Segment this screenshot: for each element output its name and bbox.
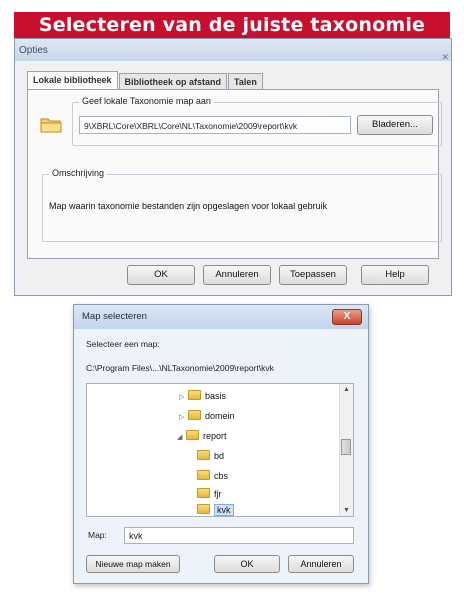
collapse-arrow-icon[interactable]: ◢ [177,430,186,446]
folder-groupbox: Geef lokale Taxonomie map aan 9\XBRL\Cor… [72,96,442,146]
expand-arrow-icon[interactable]: ▷ [179,390,188,406]
tree-item-label: report [203,431,227,441]
tree-item-label: basis [205,391,227,401]
options-titlebar: Opties ✕ [15,39,451,62]
cancel-button[interactable]: Annuleren [288,555,354,573]
tree-item-cbs[interactable]: cbs [197,468,228,484]
folder-icon [197,488,210,498]
scroll-up-icon[interactable]: ▲ [340,386,353,393]
options-body: Lokale bibliotheek Bibliotheek op afstan… [19,63,447,291]
tree-item-report[interactable]: ◢ report [177,428,227,444]
tree-item-basis[interactable]: ▷ basis [179,388,226,404]
scroll-down-icon[interactable]: ▼ [340,507,353,514]
tab-panel-local-library: Geef lokale Taxonomie map aan 9\XBRL\Cor… [27,89,442,259]
new-folder-button[interactable]: Nieuwe map maken [86,555,180,573]
help-button[interactable]: Help [361,265,429,285]
apply-button[interactable]: Toepassen [279,265,347,285]
expand-arrow-icon[interactable]: ▷ [179,410,188,426]
description-groupbox: Omschrijving Map waarin taxonomie bestan… [42,168,442,242]
tree-scrollbar[interactable]: ▲ ▼ [339,384,353,516]
select-folder-title: Map selecteren [82,311,147,322]
current-path-label: C:\Program Files\...\NLTaxonomie\2009\re… [86,363,274,373]
folder-icon [188,390,201,400]
tree-item-label: kvk [214,504,234,516]
tab-remote-library[interactable]: Bibliotheek op afstand [118,73,228,90]
description-group-label: Omschrijving [49,168,108,178]
select-folder-prompt: Selecteer een map: [86,339,160,349]
folder-icon [40,118,62,133]
select-folder-dialog: Map selecteren X Selecteer een map: C:\P… [73,304,369,584]
tree-item-domein[interactable]: ▷ domein [179,408,235,424]
tree-item-bd[interactable]: bd [197,448,224,464]
options-dialog: Opties ✕ Lokale bibliotheek Bibliotheek … [14,38,452,296]
tree-item-fjr[interactable]: fjr [197,486,222,502]
tree-item-label: domein [205,411,235,421]
ok-button[interactable]: OK [127,265,195,285]
tab-local-library[interactable]: Lokale bibliotheek [27,71,118,90]
map-name-input[interactable]: kvk [124,527,354,544]
close-icon: X [343,311,351,322]
taxonomy-path-field[interactable]: 9\XBRL\Core\XBRL\Core\NL\Taxonomie\2009\… [79,116,351,134]
cancel-button[interactable]: Annuleren [203,265,271,285]
options-title: Opties [19,45,48,56]
tree-item-label: cbs [214,471,229,481]
select-folder-titlebar: Map selecteren X [74,305,368,329]
tree-item-label: bd [214,451,225,461]
map-field-label: Map: [88,530,107,540]
close-button[interactable]: X [332,309,362,325]
tree-item-label: fjr [214,489,222,499]
tab-languages[interactable]: Talen [228,73,263,90]
folder-icon [197,504,210,514]
tree-item-kvk[interactable]: kvk [197,502,234,516]
banner-title: Selecteren van de juiste taxonomie [14,12,450,38]
options-tabs: Lokale bibliotheek Bibliotheek op afstan… [27,71,264,90]
open-folder-icon [186,430,199,440]
folder-icon [197,470,210,480]
ok-button[interactable]: OK [214,555,280,573]
browse-button[interactable]: Bladeren... [357,115,433,135]
folder-icon [197,450,210,460]
description-text: Map waarin taxonomie bestanden zijn opge… [49,201,328,211]
scrollbar-thumb[interactable] [341,439,351,455]
folder-group-label: Geef lokale Taxonomie map aan [79,96,214,106]
folder-tree: ▷ basis ▷ domein ◢ report bd cbs fjr kvk ▲ … [86,383,354,517]
folder-icon [188,410,201,420]
